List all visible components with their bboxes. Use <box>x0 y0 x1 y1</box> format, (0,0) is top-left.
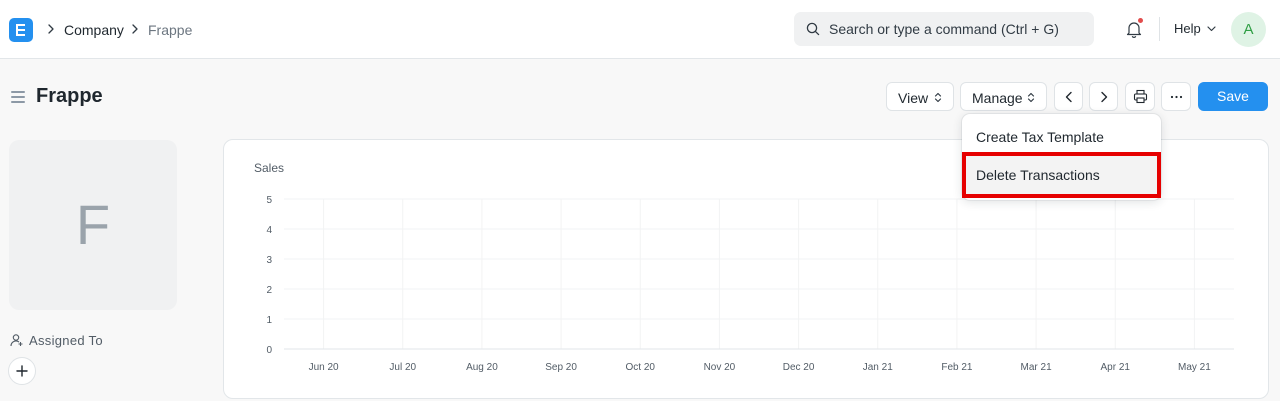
y-tick-label: 4 <box>266 225 272 236</box>
menu-item-label: Create Tax Template <box>976 129 1104 145</box>
company-image-placeholder[interactable]: F <box>9 140 177 310</box>
x-tick-label: Jul 20 <box>389 362 416 373</box>
manage-dropdown-menu: Create Tax Template Delete Transactions <box>962 114 1161 200</box>
x-tick-label: Aug 20 <box>466 362 498 373</box>
printer-icon <box>1133 89 1148 104</box>
view-button-label: View <box>898 90 929 106</box>
chevron-right-icon <box>48 24 54 34</box>
x-tick-label: Mar 21 <box>1021 362 1053 373</box>
more-actions-button[interactable] <box>1161 82 1191 111</box>
manage-button[interactable]: Manage <box>960 82 1047 111</box>
assigned-to-label: Assigned To <box>29 333 103 348</box>
user-avatar[interactable]: A <box>1231 12 1266 47</box>
chevron-right-icon <box>132 24 138 34</box>
sidebar-toggle-icon[interactable] <box>11 91 25 103</box>
x-tick-label: May 21 <box>1178 362 1211 373</box>
x-tick-label: Feb 21 <box>941 362 973 373</box>
company-initial: F <box>75 193 111 256</box>
x-tick-label: Nov 20 <box>704 362 736 373</box>
notification-dot <box>1138 18 1143 23</box>
breadcrumb-current[interactable]: Frappe <box>148 22 192 38</box>
print-button[interactable] <box>1125 82 1155 111</box>
navbar: Company Frappe Help A <box>0 0 1280 59</box>
menu-item-create-tax-template[interactable]: Create Tax Template <box>962 118 1161 156</box>
menu-item-label: Delete Transactions <box>976 167 1100 183</box>
add-assignment-button[interactable] <box>8 357 36 385</box>
view-button[interactable]: View <box>886 82 954 111</box>
search-icon <box>806 22 820 36</box>
help-menu[interactable]: Help <box>1174 21 1216 36</box>
plus-icon <box>16 365 28 377</box>
previous-record-button[interactable] <box>1054 82 1083 111</box>
x-tick-label: Jun 20 <box>309 362 339 373</box>
menu-item-delete-transactions[interactable]: Delete Transactions <box>962 152 1161 198</box>
x-tick-label: Oct 20 <box>626 362 656 373</box>
chevron-down-icon <box>1207 26 1216 32</box>
x-tick-label: Dec 20 <box>783 362 815 373</box>
y-tick-label: 3 <box>266 255 272 266</box>
chevron-left-icon <box>1065 91 1072 103</box>
chevron-right-icon <box>1101 91 1108 103</box>
navbar-divider <box>1159 17 1160 41</box>
search-input[interactable] <box>829 12 1084 46</box>
y-tick-label: 0 <box>266 345 272 356</box>
save-button[interactable]: Save <box>1198 82 1268 111</box>
manage-button-label: Manage <box>972 90 1023 106</box>
assign-user-icon <box>10 334 23 347</box>
help-label: Help <box>1174 21 1201 36</box>
y-tick-label: 5 <box>266 195 272 206</box>
x-tick-label: Apr 21 <box>1101 362 1131 373</box>
page-title: Frappe <box>36 85 103 107</box>
y-tick-label: 1 <box>266 315 272 326</box>
more-horizontal-icon <box>1170 95 1183 99</box>
next-record-button[interactable] <box>1089 82 1118 111</box>
breadcrumb-company[interactable]: Company <box>64 22 124 38</box>
x-tick-label: Jan 21 <box>863 362 893 373</box>
search-bar[interactable] <box>794 12 1094 46</box>
app-logo[interactable] <box>9 18 33 42</box>
sort-icon <box>934 92 942 103</box>
sort-icon <box>1027 92 1035 103</box>
x-tick-label: Sep 20 <box>545 362 577 373</box>
y-tick-label: 2 <box>266 285 272 296</box>
